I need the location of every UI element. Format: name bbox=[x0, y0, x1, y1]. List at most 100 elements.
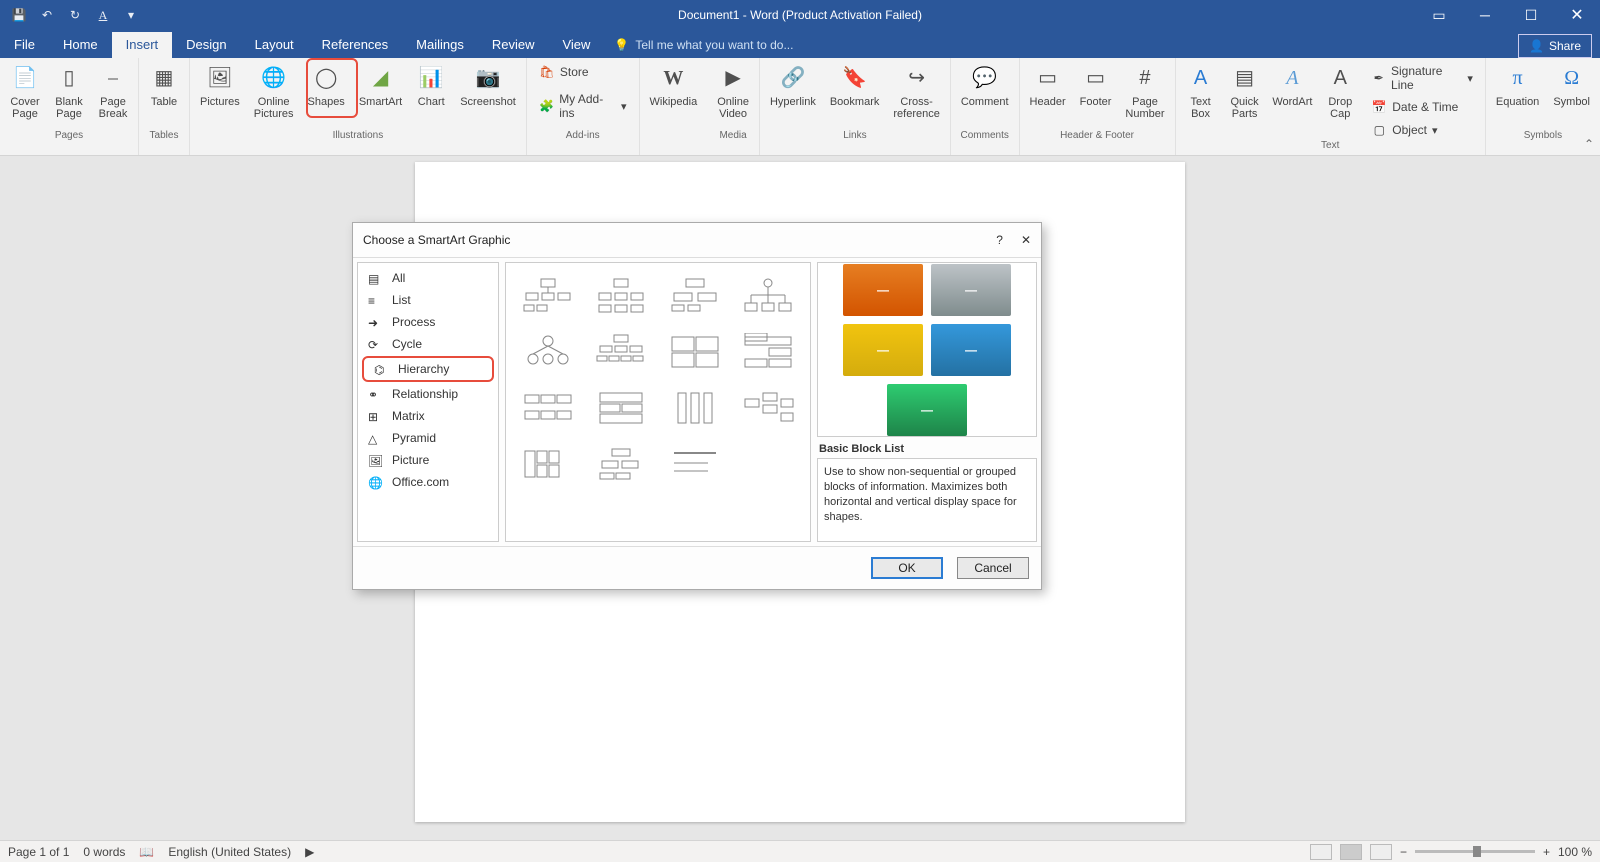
ok-button[interactable]: OK bbox=[871, 557, 943, 579]
gallery-thumb[interactable] bbox=[735, 383, 803, 433]
cat-cycle[interactable]: ⟳Cycle bbox=[358, 333, 498, 355]
maximize-icon[interactable]: ☐ bbox=[1508, 0, 1554, 30]
web-layout-button[interactable] bbox=[1370, 844, 1392, 860]
cat-officecom[interactable]: 🌐Office.com bbox=[358, 471, 498, 493]
gallery-thumb[interactable] bbox=[588, 383, 656, 433]
redo-icon[interactable]: ↻ bbox=[64, 4, 86, 26]
gallery-thumb[interactable] bbox=[514, 327, 582, 377]
undo-icon[interactable]: ↶ bbox=[36, 4, 58, 26]
gallery-thumb[interactable] bbox=[514, 271, 582, 321]
zoom-out-button[interactable]: − bbox=[1400, 845, 1407, 859]
online-pictures-button[interactable]: 🌐Online Pictures bbox=[250, 62, 298, 122]
table-button[interactable]: ▦Table bbox=[145, 62, 183, 110]
matrix-icon: ⊞ bbox=[368, 410, 384, 422]
screenshot-button[interactable]: 📷Screenshot bbox=[456, 62, 520, 110]
equation-button[interactable]: πEquation bbox=[1492, 62, 1543, 110]
cat-pyramid[interactable]: △Pyramid bbox=[358, 427, 498, 449]
group-label bbox=[672, 130, 675, 141]
page-number-button[interactable]: #Page Number bbox=[1121, 62, 1168, 122]
tab-mailings[interactable]: Mailings bbox=[402, 32, 478, 58]
gallery-thumb[interactable] bbox=[588, 439, 656, 489]
cat-all[interactable]: ▤All bbox=[358, 267, 498, 289]
hyperlink-button[interactable]: 🔗Hyperlink bbox=[766, 62, 820, 110]
close-icon[interactable]: ✕ bbox=[1021, 233, 1031, 247]
symbol-button[interactable]: ΩSymbol bbox=[1549, 62, 1594, 110]
wordart-button[interactable]: AWordArt bbox=[1270, 62, 1316, 110]
smartart-button[interactable]: ◢SmartArt bbox=[355, 62, 406, 110]
my-addins-button[interactable]: 🧩My Add-ins ▾ bbox=[533, 90, 633, 122]
gallery-thumb[interactable] bbox=[735, 327, 803, 377]
gallery-thumb[interactable] bbox=[661, 383, 729, 433]
spellcheck-icon[interactable]: 📖 bbox=[139, 845, 154, 859]
wikipedia-button[interactable]: WWikipedia bbox=[646, 62, 702, 110]
font-icon[interactable]: A bbox=[92, 4, 114, 26]
online-video-button[interactable]: ▶Online Video bbox=[713, 62, 753, 122]
share-button[interactable]: 👤Share bbox=[1518, 34, 1592, 58]
cat-matrix[interactable]: ⊞Matrix bbox=[358, 405, 498, 427]
cat-picture[interactable]: 🖼Picture bbox=[358, 449, 498, 471]
group-links: 🔗Hyperlink 🔖Bookmark ↪Cross- reference L… bbox=[760, 58, 951, 155]
store-button[interactable]: 🛍Store bbox=[533, 62, 595, 82]
language-indicator[interactable]: English (United States) bbox=[168, 845, 291, 859]
close-icon[interactable]: ✕ bbox=[1554, 0, 1600, 30]
gallery-thumb[interactable] bbox=[514, 383, 582, 433]
gallery-thumb[interactable] bbox=[661, 271, 729, 321]
cat-relationship[interactable]: ⚭Relationship bbox=[358, 383, 498, 405]
tab-review[interactable]: Review bbox=[478, 32, 549, 58]
tab-view[interactable]: View bbox=[548, 32, 604, 58]
blank-page-button[interactable]: ▯Blank Page bbox=[50, 62, 88, 122]
bookmark-button[interactable]: 🔖Bookmark bbox=[826, 62, 884, 110]
gallery-thumb[interactable] bbox=[514, 439, 582, 489]
cat-list[interactable]: ≡List bbox=[358, 289, 498, 311]
footer-button[interactable]: ▭Footer bbox=[1076, 62, 1116, 110]
read-mode-button[interactable] bbox=[1310, 844, 1332, 860]
tab-home[interactable]: Home bbox=[49, 32, 112, 58]
save-icon[interactable]: 💾 bbox=[8, 4, 30, 26]
pictures-button[interactable]: 🖼Pictures bbox=[196, 62, 244, 110]
list-icon: ≡ bbox=[368, 294, 384, 306]
gallery-thumb[interactable] bbox=[588, 271, 656, 321]
gallery-thumb[interactable] bbox=[661, 439, 729, 489]
gallery-thumb[interactable] bbox=[588, 327, 656, 377]
tell-me-input[interactable]: 💡Tell me what you want to do... bbox=[604, 32, 803, 58]
object-button[interactable]: ▢Object ▾ bbox=[1365, 120, 1479, 140]
textbox-button[interactable]: AText Box bbox=[1182, 62, 1220, 122]
signature-line-button[interactable]: ✒Signature Line ▾ bbox=[1365, 62, 1479, 94]
gallery-thumb[interactable] bbox=[661, 327, 729, 377]
header-icon: ▭ bbox=[1034, 64, 1062, 92]
page-indicator[interactable]: Page 1 of 1 bbox=[8, 845, 69, 859]
zoom-level[interactable]: 100 % bbox=[1558, 845, 1592, 859]
tab-references[interactable]: References bbox=[308, 32, 402, 58]
chart-button[interactable]: 📊Chart bbox=[412, 62, 450, 110]
header-button[interactable]: ▭Header bbox=[1026, 62, 1070, 110]
comment-button[interactable]: 💬Comment bbox=[957, 62, 1013, 110]
window-title: Document1 - Word (Product Activation Fai… bbox=[678, 8, 922, 22]
tab-layout[interactable]: Layout bbox=[241, 32, 308, 58]
tab-file[interactable]: File bbox=[0, 32, 49, 58]
minimize-icon[interactable]: ─ bbox=[1462, 0, 1508, 30]
macro-icon[interactable]: ▶ bbox=[305, 845, 314, 859]
cover-page-button[interactable]: 📄Cover Page bbox=[6, 62, 44, 122]
page-icon: 📄 bbox=[11, 64, 39, 92]
print-layout-button[interactable] bbox=[1340, 844, 1362, 860]
dropcap-button[interactable]: ADrop Cap bbox=[1321, 62, 1359, 122]
tab-design[interactable]: Design bbox=[172, 32, 240, 58]
collapse-ribbon-icon[interactable]: ⌃ bbox=[1584, 137, 1594, 151]
page-break-button[interactable]: ⎯Page Break bbox=[94, 62, 132, 122]
cross-reference-button[interactable]: ↪Cross- reference bbox=[889, 62, 943, 122]
tab-insert[interactable]: Insert bbox=[112, 32, 173, 58]
cat-hierarchy[interactable]: ⌬Hierarchy bbox=[362, 356, 494, 382]
crossref-icon: ↪ bbox=[903, 64, 931, 92]
cat-process[interactable]: ➜Process bbox=[358, 311, 498, 333]
date-time-button[interactable]: 📅Date & Time bbox=[1365, 97, 1479, 117]
cancel-button[interactable]: Cancel bbox=[957, 557, 1029, 579]
ribbon-options-icon[interactable]: ▭ bbox=[1416, 0, 1462, 30]
word-count[interactable]: 0 words bbox=[83, 845, 125, 859]
qat-more-icon[interactable]: ▾ bbox=[120, 4, 142, 26]
zoom-in-button[interactable]: + bbox=[1543, 845, 1550, 859]
gallery-thumb[interactable] bbox=[735, 271, 803, 321]
quick-parts-button[interactable]: ▤Quick Parts bbox=[1226, 62, 1264, 122]
help-icon[interactable]: ? bbox=[996, 233, 1003, 247]
shapes-button[interactable]: ◯Shapes bbox=[304, 62, 349, 110]
zoom-slider[interactable] bbox=[1415, 850, 1535, 853]
